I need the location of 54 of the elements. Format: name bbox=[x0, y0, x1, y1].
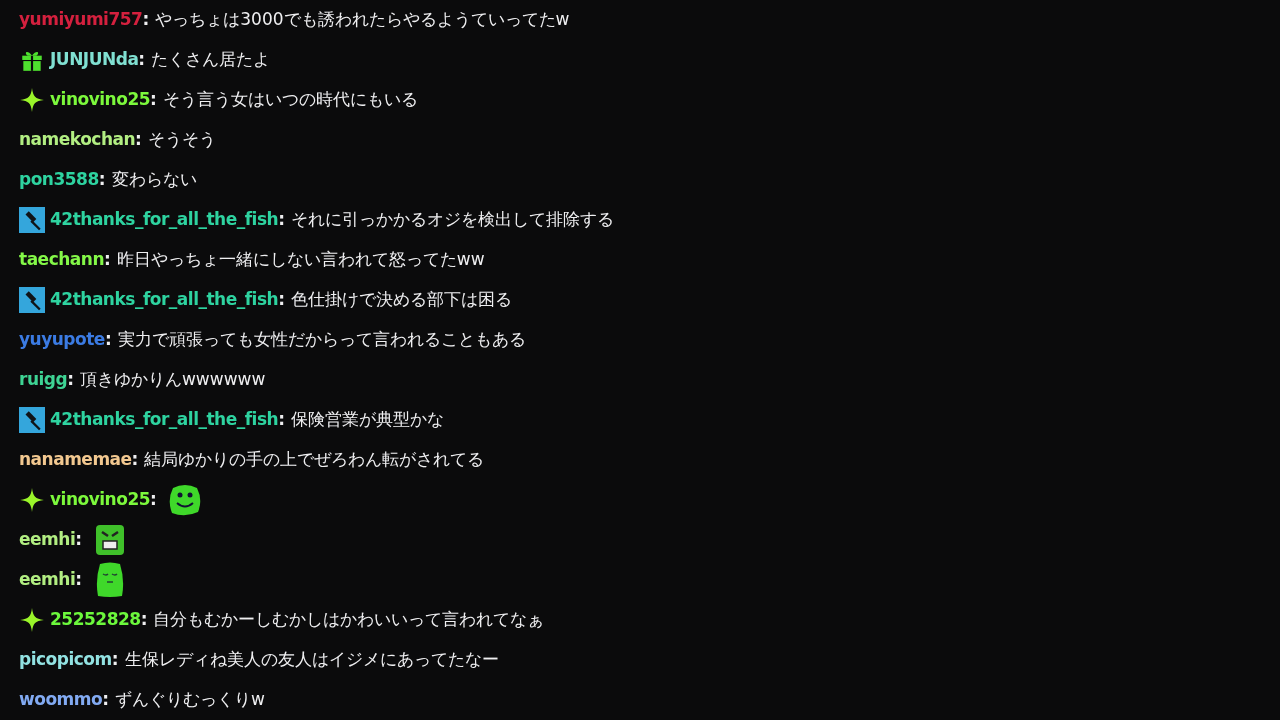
colon: : bbox=[278, 288, 285, 312]
colon: : bbox=[75, 528, 82, 552]
colon: : bbox=[135, 128, 142, 152]
colon: : bbox=[142, 8, 150, 32]
colon: : bbox=[102, 688, 109, 712]
message-text: 頂きゆかりんwwwwww bbox=[79, 368, 266, 392]
colon: : bbox=[278, 208, 285, 232]
message-text: 自分もむかーしむかしはかわいいって言われてなぁ bbox=[153, 608, 545, 632]
message-text: そう言う女はいつの時代にもいる bbox=[162, 88, 418, 112]
message-text: 色仕掛けで決める部下は困る bbox=[291, 288, 512, 312]
message-text: やっちょは3000でも誘われたらやるようていってたw bbox=[155, 8, 570, 32]
message-text: ずんぐりむっくりw bbox=[115, 688, 265, 712]
username[interactable]: pon3588 bbox=[19, 167, 99, 193]
message-text: それに引っかかるオジを検出して排除する bbox=[291, 208, 614, 232]
colon: : bbox=[150, 88, 157, 112]
sword-icon bbox=[19, 407, 45, 433]
message-text: 実力で頑張っても女性だからって言われることもある bbox=[117, 328, 526, 352]
username[interactable]: 42thanks_for_all_the_fish bbox=[50, 407, 279, 433]
username[interactable]: yumiyumi757 bbox=[19, 7, 143, 33]
colon: : bbox=[150, 488, 157, 512]
username[interactable]: JUNJUNda bbox=[50, 47, 139, 73]
colon: : bbox=[278, 408, 285, 432]
colon: : bbox=[67, 368, 74, 392]
colon: : bbox=[140, 608, 148, 632]
username[interactable]: 42thanks_for_all_the_fish bbox=[50, 287, 279, 313]
colon: : bbox=[138, 48, 146, 72]
username[interactable]: nanamemae bbox=[19, 447, 132, 473]
colon: : bbox=[104, 328, 112, 352]
message-text: 変わらない bbox=[111, 168, 197, 192]
colon: : bbox=[131, 448, 139, 472]
username[interactable]: eemhi bbox=[19, 527, 76, 553]
username[interactable]: woommo bbox=[19, 687, 103, 713]
colon: : bbox=[104, 248, 111, 272]
message-text: 結局ゆかりの手の上でぜろわん転がされてる bbox=[144, 448, 485, 472]
message-text: そうそう bbox=[147, 128, 216, 152]
username[interactable]: eemhi bbox=[19, 567, 76, 593]
message-text: 昨日やっちょ一緒にしない言われて怒ってたww bbox=[116, 248, 485, 272]
colon: : bbox=[111, 648, 119, 672]
message-text: 保険営業が典型かな bbox=[291, 408, 444, 432]
colon: : bbox=[98, 168, 106, 192]
username[interactable]: vinovino25 bbox=[50, 87, 151, 113]
username[interactable]: ruigg bbox=[19, 367, 68, 393]
message-text: たくさん居たよ bbox=[151, 48, 271, 72]
username[interactable]: yuyupote bbox=[19, 327, 105, 353]
sword-icon bbox=[19, 287, 45, 313]
username[interactable]: taechann bbox=[19, 247, 104, 273]
message-text: 生保レディね美人の友人はイジメにあってたなー bbox=[124, 648, 499, 672]
username[interactable]: 42thanks_for_all_the_fish bbox=[50, 207, 279, 233]
username[interactable]: picopicom bbox=[19, 647, 112, 673]
username[interactable]: 25252828 bbox=[50, 607, 141, 633]
username[interactable]: vinovino25 bbox=[50, 487, 151, 513]
sword-icon bbox=[19, 207, 45, 233]
colon: : bbox=[75, 568, 82, 592]
username[interactable]: namekochan bbox=[19, 127, 136, 153]
